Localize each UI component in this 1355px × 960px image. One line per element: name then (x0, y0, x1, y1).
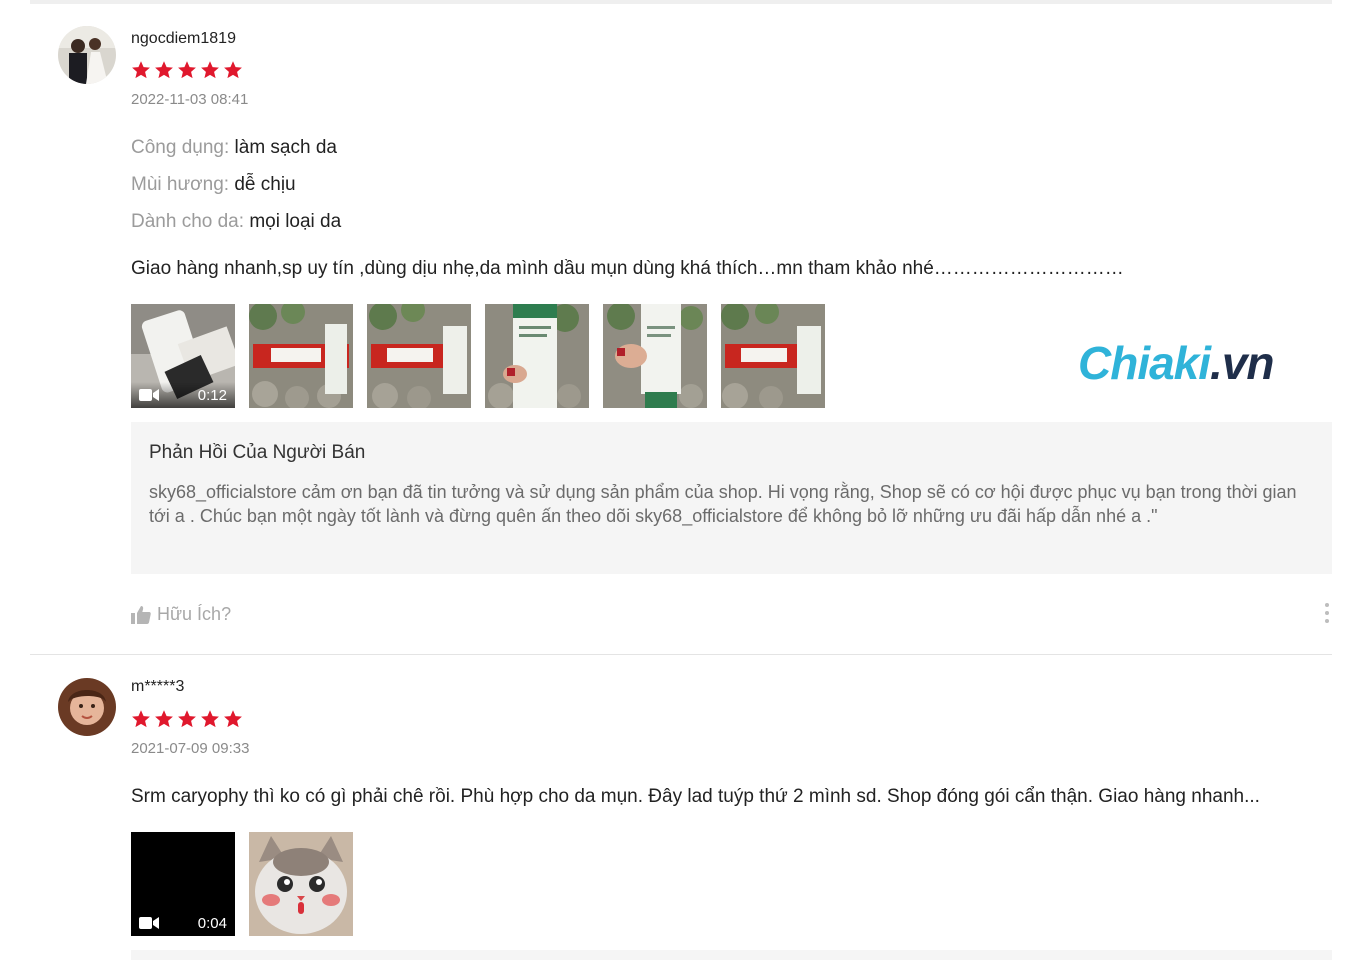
attribute-value: mọi loại da (249, 211, 342, 232)
review-date: 2021-07-09 09:33 (131, 740, 250, 757)
star-icon (178, 710, 196, 728)
attribute-skin-type: Dành cho da: mọi loại da (131, 211, 341, 233)
review-divider (30, 654, 1332, 655)
star-icon (178, 61, 196, 79)
watermark-brand: Chiaki (1078, 337, 1211, 389)
star-icon (224, 61, 242, 79)
review-text: Giao hàng nhanh,sp uy tín ,dùng dịu nhẹ,… (131, 258, 1124, 279)
video-camera-icon (139, 917, 159, 929)
star-icon (155, 710, 173, 728)
video-duration: 0:04 (197, 914, 227, 932)
star-icon (201, 710, 219, 728)
star-icon (132, 61, 150, 79)
review-video-thumbnail[interactable]: 0:12 (131, 304, 235, 408)
review-image-thumbnail[interactable] (367, 304, 471, 408)
attribute-usage: Công dụng: làm sạch da (131, 137, 337, 159)
review-image-thumbnail[interactable] (603, 304, 707, 408)
watermark-domain: .vn (1210, 337, 1274, 389)
video-duration: 0:12 (197, 386, 227, 404)
review-text: Srm caryophy thì ko có gì phải chê rồi. … (131, 786, 1260, 807)
review-image-thumbnail[interactable] (249, 304, 353, 408)
seller-reply-title: Phản Hồi Của Người Bán (149, 442, 366, 463)
review-date: 2022-11-03 08:41 (131, 91, 249, 108)
media-gallery: 0:12 (131, 304, 825, 408)
rating-stars (131, 60, 243, 80)
attribute-value: dễ chịu (234, 174, 296, 195)
attribute-label: Dành cho da: (131, 211, 245, 232)
seller-reply (131, 950, 1332, 960)
video-overlay: 0:12 (131, 382, 235, 408)
video-camera-icon (139, 389, 159, 401)
helpful-button[interactable]: Hữu Ích? (131, 604, 231, 625)
brand-watermark: Chiaki.vn (1078, 336, 1275, 390)
review-image-thumbnail[interactable] (721, 304, 825, 408)
reviewer-name: ngocdiem1819 (131, 30, 236, 47)
helpful-label: Hữu Ích? (157, 604, 232, 624)
seller-reply-body: sky68_officialstore cảm ơn bạn đã tin tư… (149, 482, 1297, 526)
attribute-value: làm sạch da (234, 137, 337, 158)
star-icon (224, 710, 242, 728)
star-icon (201, 61, 219, 79)
star-icon (132, 710, 150, 728)
attribute-scent: Mùi hương: dễ chịu (131, 174, 296, 196)
review-image-thumbnail[interactable] (485, 304, 589, 408)
thumbs-up-icon (131, 605, 151, 624)
media-gallery: 0:04 (131, 832, 353, 936)
more-vertical-icon[interactable] (1322, 603, 1332, 623)
attribute-label: Mùi hương: (131, 174, 230, 195)
attribute-label: Công dụng: (131, 137, 230, 158)
top-divider (30, 0, 1332, 4)
rating-stars (131, 709, 243, 729)
avatar[interactable] (58, 26, 116, 84)
seller-reply: Phản Hồi Của Người Bán sky68_officialsto… (131, 422, 1332, 574)
review-image-thumbnail[interactable] (249, 832, 353, 936)
reviewer-name: m*****3 (131, 678, 185, 695)
avatar[interactable] (58, 678, 116, 736)
video-overlay: 0:04 (131, 910, 235, 936)
review-video-thumbnail[interactable]: 0:04 (131, 832, 235, 936)
star-icon (155, 61, 173, 79)
